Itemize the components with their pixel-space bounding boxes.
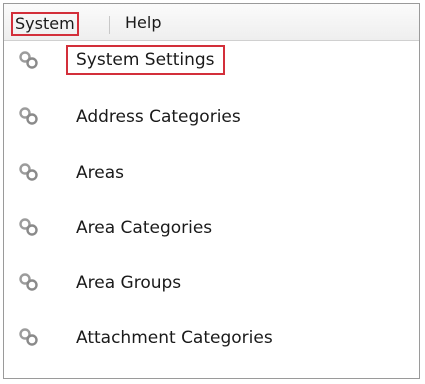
menu-system[interactable]: System xyxy=(11,12,79,36)
menu-window: System Help System Settings Address Cate… xyxy=(3,3,420,379)
menu-item-area-categories[interactable]: Area Categories xyxy=(4,208,419,248)
menu-help[interactable]: Help xyxy=(122,12,164,34)
menu-item-label: Attachment Categories xyxy=(76,328,273,348)
menu-item-label: Area Groups xyxy=(76,273,182,293)
menubar: System Help xyxy=(4,4,419,41)
menu-item-label: Areas xyxy=(76,163,124,183)
gears-icon xyxy=(18,218,40,236)
menu-item-address-categories[interactable]: Address Categories xyxy=(4,97,419,137)
gears-icon xyxy=(18,51,40,69)
menu-separator xyxy=(109,16,110,34)
gears-icon xyxy=(18,163,40,181)
menu-item-area-groups[interactable]: Area Groups xyxy=(4,263,419,303)
menu-item-attachment-categories[interactable]: Attachment Categories xyxy=(4,318,419,358)
menu-item-system-settings[interactable]: System Settings xyxy=(4,41,419,81)
gears-icon xyxy=(18,328,40,346)
menu-item-areas[interactable]: Areas xyxy=(4,153,419,193)
gears-icon xyxy=(18,273,40,291)
menu-item-label: Address Categories xyxy=(76,107,241,127)
menu-item-label: Area Categories xyxy=(76,218,213,238)
gears-icon xyxy=(18,107,40,125)
menu-item-label: System Settings xyxy=(66,45,225,75)
